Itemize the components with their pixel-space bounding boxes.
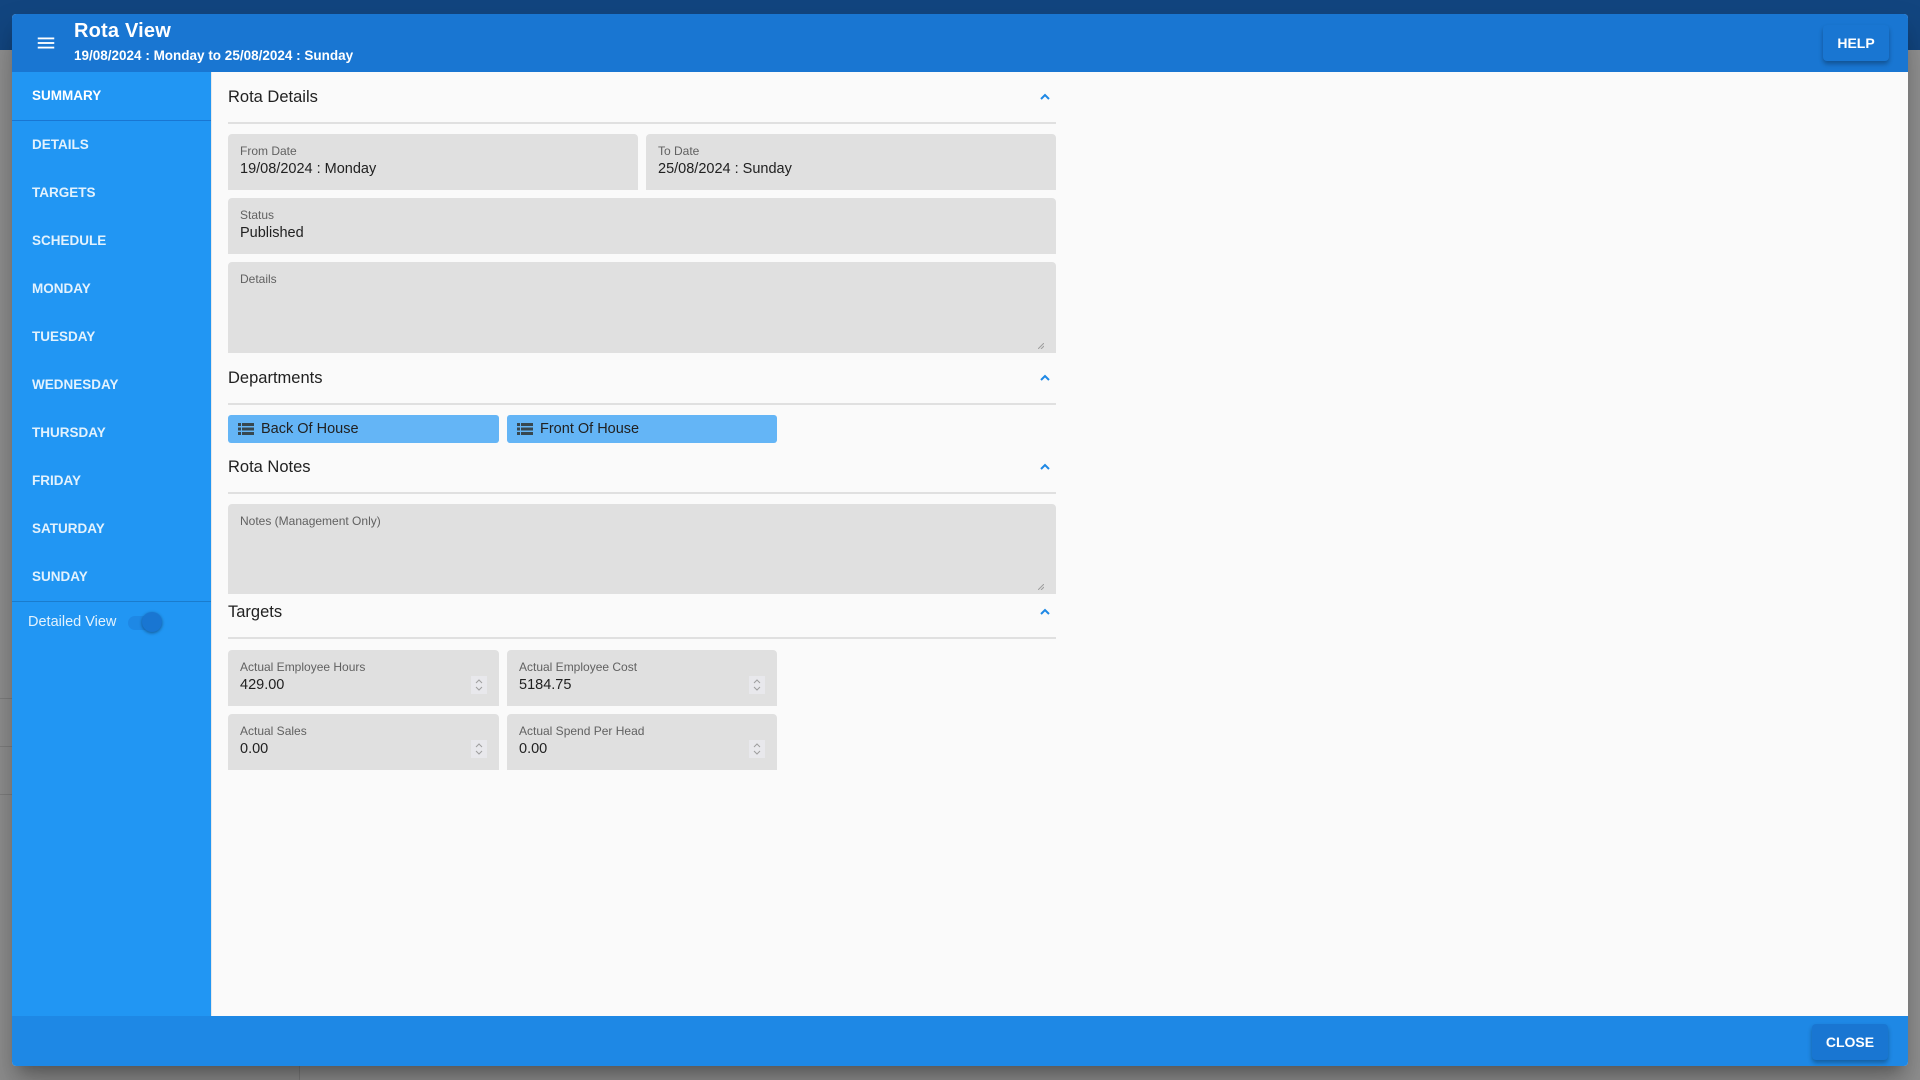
section-title: Rota Notes (228, 457, 311, 476)
spinner-arrows-icon (475, 743, 483, 755)
rota-notes-header[interactable]: Rota Notes (228, 442, 1056, 494)
spinner-arrows-icon (475, 679, 483, 691)
sidebar-item-monday[interactable]: MONDAY (12, 265, 211, 313)
sidebar-item-wednesday[interactable]: WEDNESDAY (12, 361, 211, 409)
resize-grip-icon[interactable] (1038, 343, 1044, 349)
detailed-view-row: Detailed View (12, 602, 211, 642)
sidebar-item-saturday[interactable]: SATURDAY (12, 505, 211, 553)
list-icon (238, 423, 254, 435)
field-label: Details (240, 272, 277, 286)
sidebar-item-thursday[interactable]: THURSDAY (12, 409, 211, 457)
details-textarea[interactable]: Details (228, 262, 1056, 353)
from-date-field[interactable]: From Date 19/08/2024 : Monday (228, 134, 638, 190)
field-value: Published (240, 225, 304, 241)
collapse-button[interactable] (1034, 367, 1056, 389)
field-label: From Date (240, 144, 297, 158)
spinner-arrows-icon (753, 743, 761, 755)
number-spinner[interactable] (749, 740, 765, 758)
collapse-button[interactable] (1034, 456, 1056, 478)
actual-sales-input[interactable]: Actual Sales 0.00 (228, 714, 499, 770)
sidebar-item-details[interactable]: DETAILS (12, 121, 211, 169)
menu-button[interactable] (32, 29, 60, 57)
toggle-thumb (142, 612, 163, 632)
rota-details-section: Rota Details From Date 19/08/2024 : Mond… (228, 72, 1056, 353)
help-button[interactable]: HELP (1823, 25, 1889, 61)
departments-section: Departments Back Of House Front Of House (228, 353, 1056, 443)
dialog-title: Rota View (74, 20, 172, 42)
targets-section: Targets Actual Employee Hours 429.00 Act… (228, 587, 1056, 787)
field-value: 25/08/2024 : Sunday (658, 161, 792, 177)
number-spinner[interactable] (471, 740, 487, 758)
field-label: Actual Employee Cost (519, 660, 638, 674)
notes-textarea[interactable]: Notes (Management Only) (228, 504, 1056, 594)
field-value: 0.00 (519, 741, 548, 757)
chevron-up-icon (1040, 93, 1050, 100)
dialog-footer: CLOSE (12, 1016, 1908, 1066)
dialog-subtitle: 19/08/2024 : Monday to 25/08/2024 : Sund… (74, 48, 354, 63)
chevron-up-icon (1040, 463, 1050, 470)
field-value: 0.00 (240, 741, 269, 757)
number-spinner[interactable] (749, 676, 765, 694)
sidebar-item-targets[interactable]: TARGETS (12, 169, 211, 217)
departments-header[interactable]: Departments (228, 353, 1056, 405)
chip-label: Back Of House (261, 421, 359, 437)
department-chip-back-of-house[interactable]: Back Of House (228, 415, 499, 443)
field-label: Actual Employee Hours (240, 660, 366, 674)
detailed-view-label: Detailed View (28, 614, 117, 630)
chip-label: Front Of House (540, 421, 640, 437)
chevron-up-icon (1040, 374, 1050, 381)
targets-header[interactable]: Targets (228, 587, 1056, 639)
department-chip-front-of-house[interactable]: Front Of House (507, 415, 777, 443)
section-title: Targets (228, 602, 283, 621)
collapse-button[interactable] (1034, 86, 1056, 108)
sidebar-item-friday[interactable]: FRIDAY (12, 457, 211, 505)
hamburger-menu-icon (37, 37, 55, 49)
sidebar-nav: SUMMARY DETAILS TARGETS SCHEDULE MONDAY … (12, 72, 211, 1030)
collapse-button[interactable] (1034, 601, 1056, 623)
to-date-field[interactable]: To Date 25/08/2024 : Sunday (646, 134, 1056, 190)
spinner-arrows-icon (753, 679, 761, 691)
content-panel: Rota Details From Date 19/08/2024 : Mond… (211, 72, 1908, 1030)
field-value: 429.00 (240, 677, 285, 693)
actual-spend-per-head-input[interactable]: Actual Spend Per Head 0.00 (507, 714, 777, 770)
rota-notes-section: Rota Notes Notes (Management Only) (228, 442, 1056, 594)
detailed-view-toggle[interactable] (128, 612, 164, 632)
list-icon (517, 423, 533, 435)
rota-view-dialog: Rota View 19/08/2024 : Monday to 25/08/2… (12, 14, 1908, 1066)
section-title: Departments (228, 368, 323, 387)
section-title: Rota Details (228, 87, 318, 106)
field-value: 19/08/2024 : Monday (240, 161, 377, 177)
field-label: Actual Spend Per Head (519, 724, 645, 738)
sidebar-item-schedule[interactable]: SCHEDULE (12, 217, 211, 265)
field-value: 5184.75 (519, 677, 572, 693)
field-label: Notes (Management Only) (240, 514, 381, 528)
dialog-header: Rota View 19/08/2024 : Monday to 25/08/2… (12, 14, 1908, 72)
actual-employee-cost-input[interactable]: Actual Employee Cost 5184.75 (507, 650, 777, 706)
field-label: Actual Sales (240, 724, 307, 738)
actual-employee-hours-input[interactable]: Actual Employee Hours 429.00 (228, 650, 499, 706)
sidebar-item-summary[interactable]: SUMMARY (12, 72, 211, 121)
close-button[interactable]: CLOSE (1812, 1024, 1888, 1060)
status-field[interactable]: Status Published (228, 198, 1056, 254)
chevron-up-icon (1040, 608, 1050, 615)
field-label: To Date (658, 144, 700, 158)
rota-details-header[interactable]: Rota Details (228, 72, 1056, 124)
field-label: Status (240, 208, 275, 222)
sidebar-item-tuesday[interactable]: TUESDAY (12, 313, 211, 361)
sidebar-item-sunday[interactable]: SUNDAY (12, 553, 211, 601)
number-spinner[interactable] (471, 676, 487, 694)
